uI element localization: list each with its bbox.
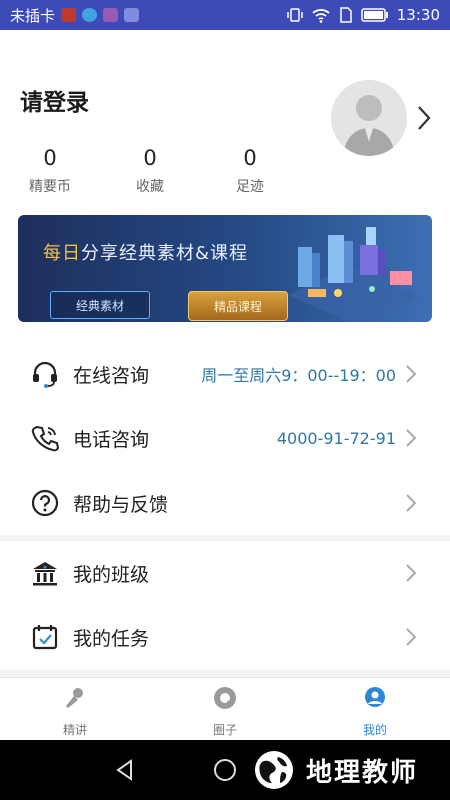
avatar[interactable]: [331, 80, 407, 156]
wifi-icon: [312, 9, 330, 23]
globe-logo-icon: [255, 751, 293, 789]
sim-icon: [340, 7, 352, 23]
classic-materials-button[interactable]: 经典素材: [50, 291, 150, 319]
banner-title-highlight: 每日: [43, 243, 81, 264]
microphone-icon: [66, 688, 83, 708]
chevron-right-icon: [406, 628, 417, 646]
clock-text: 13:30: [396, 6, 440, 24]
battery-icon: [361, 8, 388, 22]
banner-title: 每日分享经典素材&课程: [43, 239, 248, 265]
stat-coins[interactable]: 0 精要币: [15, 146, 85, 196]
watermark-text: 地理教师: [306, 757, 419, 788]
row-label: 帮助与反馈: [73, 493, 169, 516]
row-label: 我的班级: [73, 563, 150, 586]
watermark: 地理教师: [250, 748, 418, 792]
help-feedback-row[interactable]: 帮助与反馈: [0, 471, 450, 535]
headset-icon: [30, 359, 60, 389]
my-tasks-row[interactable]: 我的任务: [0, 605, 450, 669]
login-prompt[interactable]: 请登录: [20, 83, 89, 117]
chat-icon: [214, 687, 236, 709]
tab-label: 我的: [362, 723, 387, 737]
row-label: 在线咨询: [73, 364, 150, 387]
online-hours-text: 周一至周六9：00--19：00: [201, 366, 396, 385]
row-label: 我的任务: [73, 627, 150, 650]
gallery-notification-icon: [103, 8, 119, 22]
stat-value: 0: [143, 146, 157, 170]
home-icon[interactable]: [213, 758, 237, 782]
phone-number-text: 4000-91-72-91: [276, 428, 396, 448]
tab-label: 精讲: [62, 723, 87, 737]
calendar-check-icon: [30, 622, 60, 652]
app-notification-icon: [124, 8, 140, 22]
my-class-row[interactable]: 我的班级: [0, 541, 450, 605]
default-avatar-icon: [331, 80, 407, 156]
stat-favorites[interactable]: 0 收藏: [115, 146, 185, 196]
stat-value: 0: [43, 146, 57, 170]
carrier-text: 未插卡: [10, 6, 56, 25]
row-label: 电话咨询: [73, 428, 150, 451]
chevron-right-icon: [406, 429, 417, 447]
tab-lectures[interactable]: 精讲: [35, 686, 115, 738]
help-icon: [30, 488, 60, 518]
stat-label: 精要币: [29, 179, 71, 195]
tab-me[interactable]: 我的: [335, 686, 415, 738]
status-bar: 未插卡 13:30: [0, 0, 450, 30]
chevron-right-icon: [406, 564, 417, 582]
tab-circle[interactable]: 圈子: [185, 686, 265, 738]
chevron-right-icon: [406, 494, 417, 512]
stat-label: 足迹: [236, 179, 264, 195]
chevron-right-icon: [406, 365, 417, 383]
bottom-tab-bar: 精讲 圈子 我的: [0, 677, 450, 739]
tab-label: 圈子: [212, 723, 237, 737]
message-notification-icon: [82, 8, 98, 22]
promo-banner[interactable]: 每日分享经典素材&课程 经典素材 精品课程: [18, 215, 432, 322]
stat-value: 0: [243, 146, 257, 170]
stat-history[interactable]: 0 足迹: [215, 146, 285, 196]
banner-title-text: 分享经典素材&课程: [81, 243, 249, 264]
user-icon: [365, 687, 385, 707]
vibrate-icon: [287, 8, 303, 22]
online-consult-row[interactable]: 在线咨询 周一至周六9：00--19：00: [0, 342, 450, 406]
phone-consult-row[interactable]: 电话咨询 4000-91-72-91: [0, 406, 450, 470]
sms-notification-icon: [61, 8, 77, 22]
phone-icon: [30, 423, 60, 453]
school-icon: [30, 558, 60, 588]
isometric-city-illustration: [288, 227, 418, 322]
stat-label: 收藏: [136, 179, 164, 195]
section-divider: [0, 670, 450, 677]
chevron-right-icon[interactable]: [414, 104, 434, 132]
back-icon[interactable]: [113, 758, 137, 782]
